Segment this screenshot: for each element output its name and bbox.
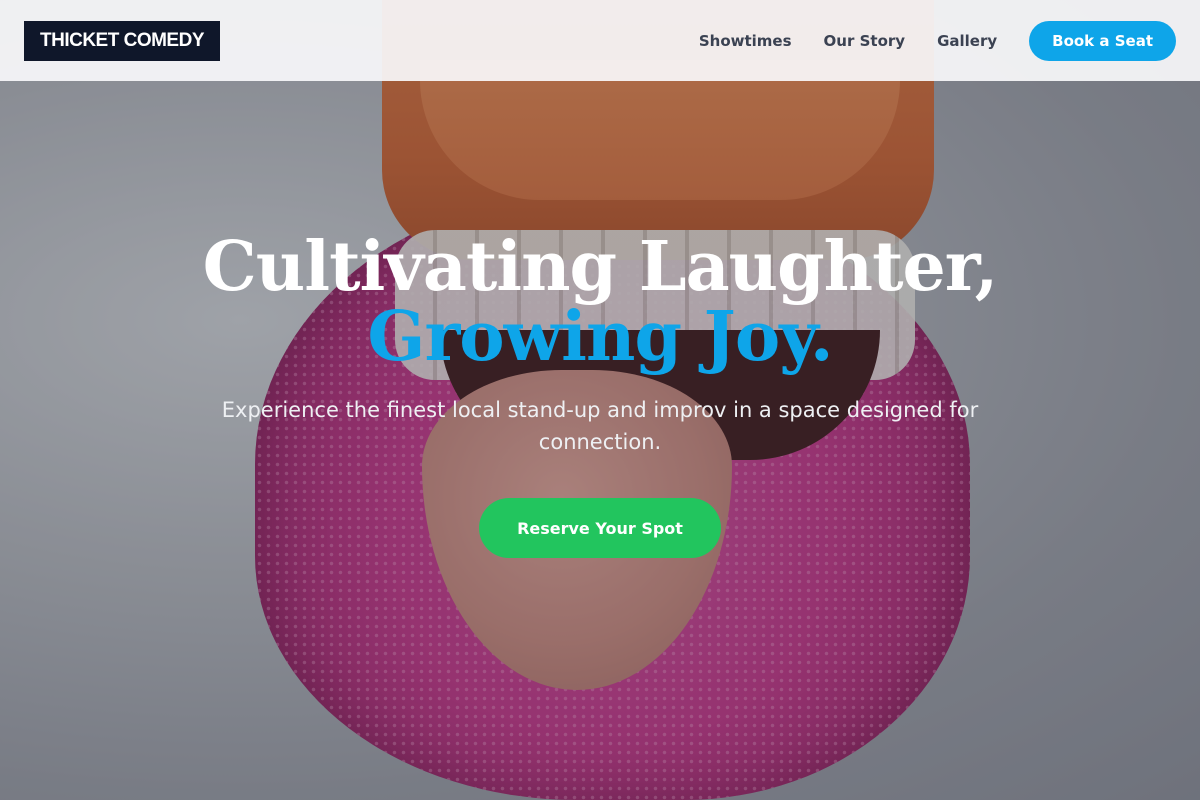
main-nav: Showtimes Our Story Gallery Book a Seat — [699, 20, 1176, 61]
hero-title: Cultivating Laughter, Growing Joy. — [0, 232, 1200, 372]
brand-logo[interactable]: THICKET COMEDY — [24, 20, 220, 61]
nav-link-gallery[interactable]: Gallery — [937, 32, 997, 50]
reserve-spot-button[interactable]: Reserve Your Spot — [479, 498, 721, 558]
hero-section: Cultivating Laughter, Growing Joy. Exper… — [0, 232, 1200, 558]
nav-link-our-story[interactable]: Our Story — [824, 32, 906, 50]
hero-title-line1: Cultivating Laughter, — [202, 227, 999, 307]
book-seat-button[interactable]: Book a Seat — [1029, 20, 1176, 61]
nav-link-showtimes[interactable]: Showtimes — [699, 32, 792, 50]
hero-subtitle: Experience the finest local stand-up and… — [221, 398, 979, 454]
hero-title-accent: Growing Joy. — [367, 297, 833, 377]
site-header: THICKET COMEDY Showtimes Our Story Galle… — [0, 0, 1200, 81]
